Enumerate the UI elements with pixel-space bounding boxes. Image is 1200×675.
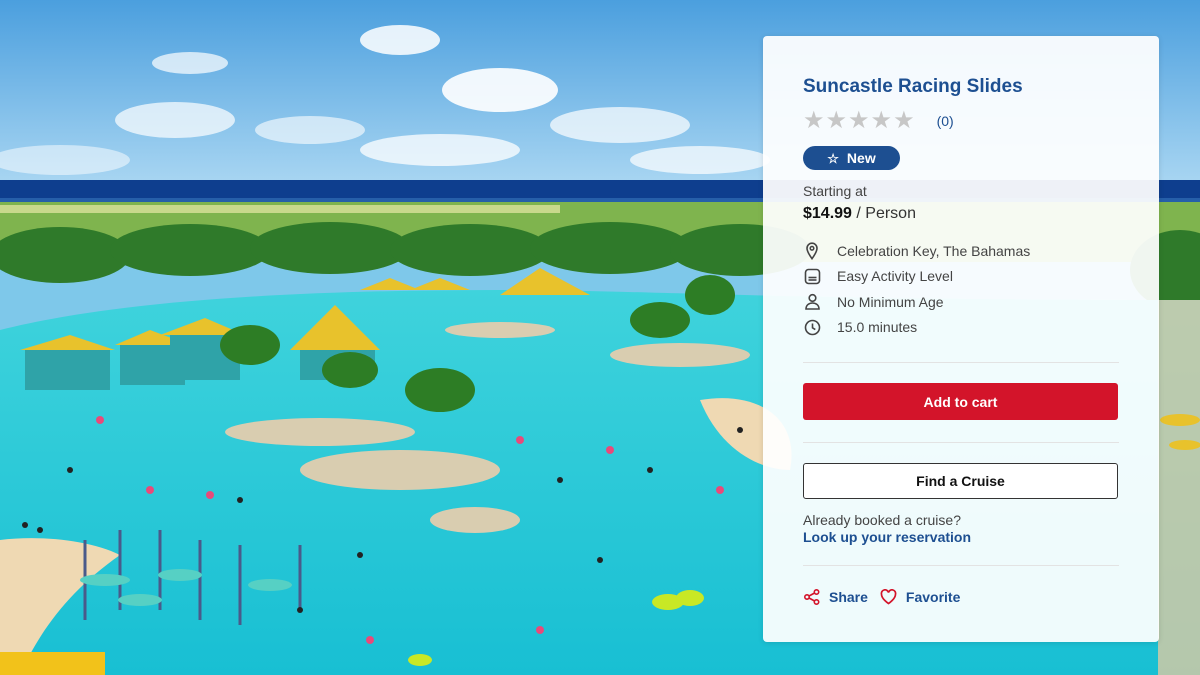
price-unit: / Person	[856, 205, 916, 222]
share-label: Share	[829, 589, 868, 605]
detail-location-text: Celebration Key, The Bahamas	[837, 242, 1031, 259]
card-actions: Share Favorite	[803, 588, 960, 606]
detail-activity-level: Easy Activity Level	[803, 264, 1030, 290]
detail-list: Celebration Key, The Bahamas Easy Activi…	[803, 238, 1030, 340]
badge-label: New	[846, 150, 876, 166]
excursion-card: Suncastle Racing Slides ★ ★ ★ ★ ★ (0) ☆ …	[763, 36, 1159, 642]
activity-level-icon	[803, 267, 821, 285]
detail-duration: 15.0 minutes	[803, 315, 1030, 341]
star-icon: ★	[848, 107, 870, 134]
rating[interactable]: ★ ★ ★ ★ ★ (0)	[803, 109, 954, 133]
clock-icon	[803, 318, 821, 336]
share-button[interactable]: Share	[803, 588, 868, 606]
rating-count-link[interactable]: (0)	[937, 113, 954, 129]
star-icon: ★	[870, 107, 893, 134]
star-outline-icon: ☆	[827, 150, 839, 166]
heart-icon	[880, 588, 898, 606]
star-icon: ★	[825, 107, 848, 134]
starting-at-label: Starting at	[803, 183, 867, 199]
already-booked-text: Already booked a cruise?	[803, 512, 961, 528]
divider	[803, 565, 1119, 566]
favorite-label: Favorite	[905, 589, 961, 605]
share-icon	[803, 588, 821, 606]
excursion-title: Suncastle Racing Slides	[803, 76, 1023, 97]
divider	[803, 442, 1119, 443]
detail-location: Celebration Key, The Bahamas	[803, 238, 1030, 264]
detail-minimum-age: No Minimum Age	[803, 289, 1030, 315]
location-pin-icon	[803, 242, 821, 260]
star-icon: ★	[803, 107, 825, 134]
add-to-cart-button[interactable]: Add to cart	[803, 383, 1118, 420]
favorite-button[interactable]: Favorite	[880, 588, 960, 606]
star-icon: ★	[893, 107, 915, 134]
detail-age-text: No Minimum Age	[837, 293, 944, 310]
detail-activity-text: Easy Activity Level	[837, 268, 953, 285]
look-up-reservation-link[interactable]: Look up your reservation	[803, 529, 971, 545]
rating-stars: ★ ★ ★ ★ ★	[803, 109, 915, 133]
new-badge: ☆ New	[803, 146, 900, 170]
price: $14.99 / Person	[803, 205, 916, 223]
detail-duration-text: 15.0 minutes	[837, 319, 918, 336]
price-amount: $14.99	[803, 205, 852, 222]
person-icon	[803, 293, 821, 311]
find-a-cruise-button[interactable]: Find a Cruise	[803, 463, 1118, 499]
divider	[803, 362, 1119, 363]
